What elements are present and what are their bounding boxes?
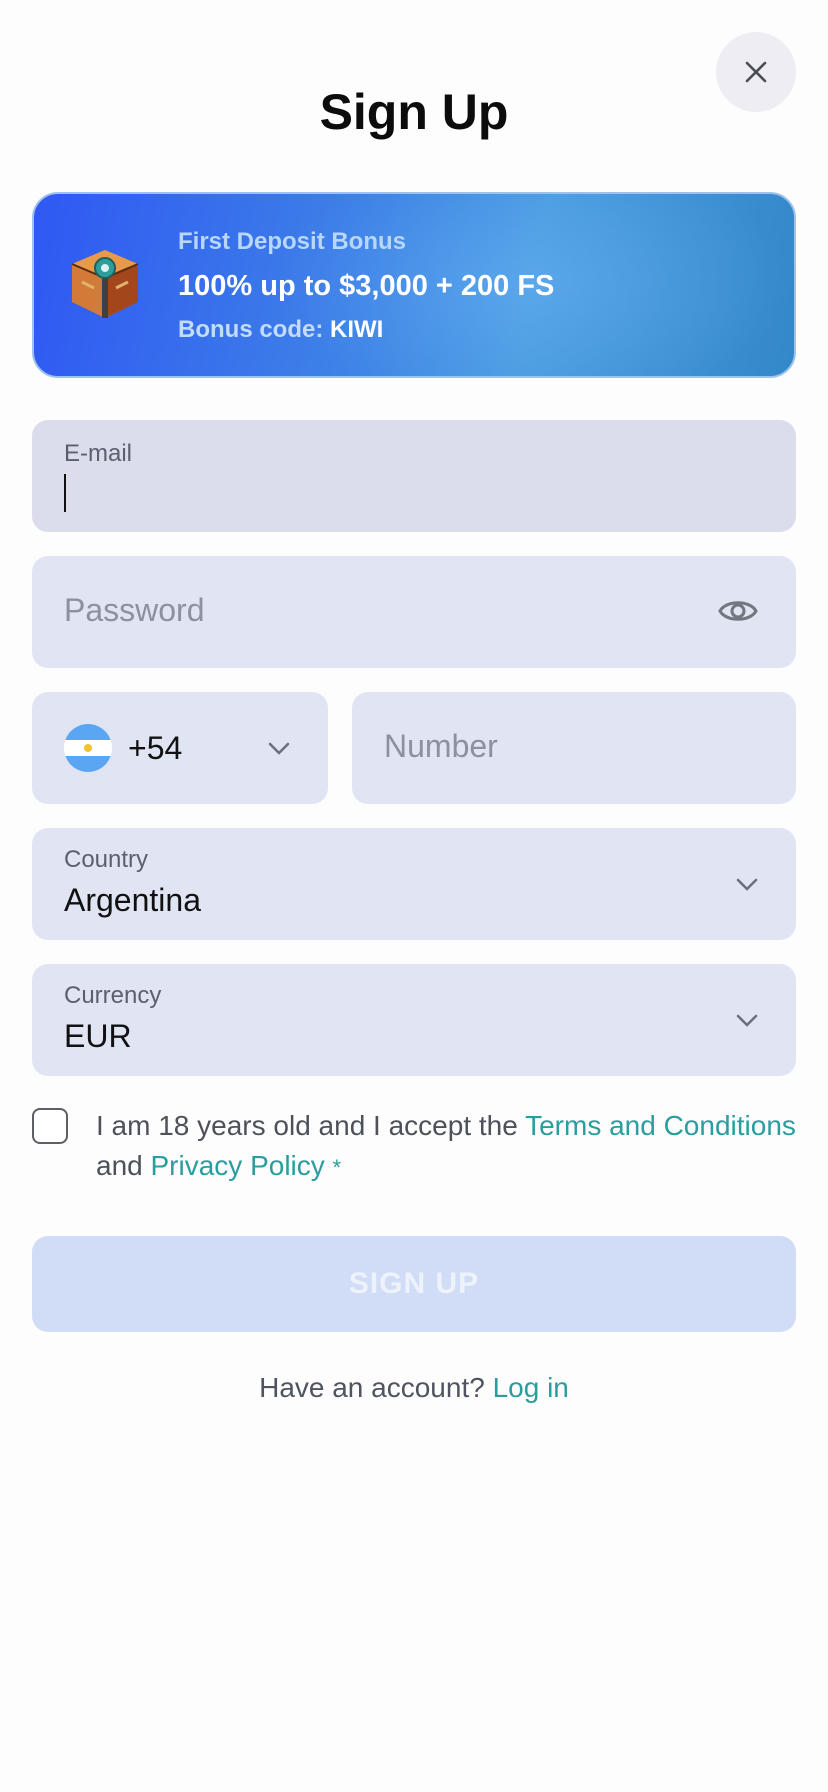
email-label: E-mail [64,440,133,467]
chevron-down-icon [736,1014,758,1027]
terms-checkbox[interactable] [32,1108,68,1144]
treasure-chest-icon [71,250,139,318]
currency-value: EUR [64,1018,132,1054]
privacy-link[interactable]: Privacy Policy [151,1150,325,1181]
eye-icon[interactable] [718,594,758,628]
country-value: Argentina [64,882,201,918]
terms-and: and [96,1150,143,1181]
sign-up-button[interactable]: SIGN UP [32,1236,796,1332]
country-select[interactable]: Country Argentina [32,828,796,940]
email-field[interactable]: E-mail [32,420,796,532]
bonus-offer: 100% up to $3,000 + 200 FS [178,270,555,302]
argentina-flag-icon [64,724,112,772]
bonus-banner[interactable]: First Deposit Bonus 100% up to $3,000 + … [32,192,796,378]
terms-text-before: I am 18 years old and I accept the [96,1110,518,1141]
required-mark: * [332,1155,342,1180]
country-label: Country [64,846,149,873]
currency-label: Currency [64,982,162,1009]
password-field[interactable]: Password [32,556,796,668]
bonus-code-value: KIWI [330,316,384,343]
terms-text: I am 18 years old and I accept the Terms… [96,1106,806,1188]
phone-number-field[interactable]: Number [352,692,796,804]
phone-code-select[interactable]: +54 [32,692,328,804]
login-question: Have an account? [259,1372,485,1403]
page-title: Sign Up [319,84,509,140]
currency-select[interactable]: Currency EUR [32,964,796,1076]
terms-link[interactable]: Terms and Conditions [525,1110,796,1141]
login-link[interactable]: Log in [493,1372,569,1403]
bonus-code-prefix: Bonus code: [178,316,324,343]
phone-number-placeholder: Number [384,728,498,764]
bonus-code: Bonus code: KIWI [178,316,383,344]
phone-code-value: +54 [128,730,183,766]
login-prompt: Have an account? Log in [0,1372,828,1404]
chevron-down-icon [736,878,758,891]
chevron-down-icon [268,742,290,755]
bonus-label: First Deposit Bonus [178,228,407,255]
text-caret [64,474,66,512]
password-placeholder: Password [64,592,205,628]
